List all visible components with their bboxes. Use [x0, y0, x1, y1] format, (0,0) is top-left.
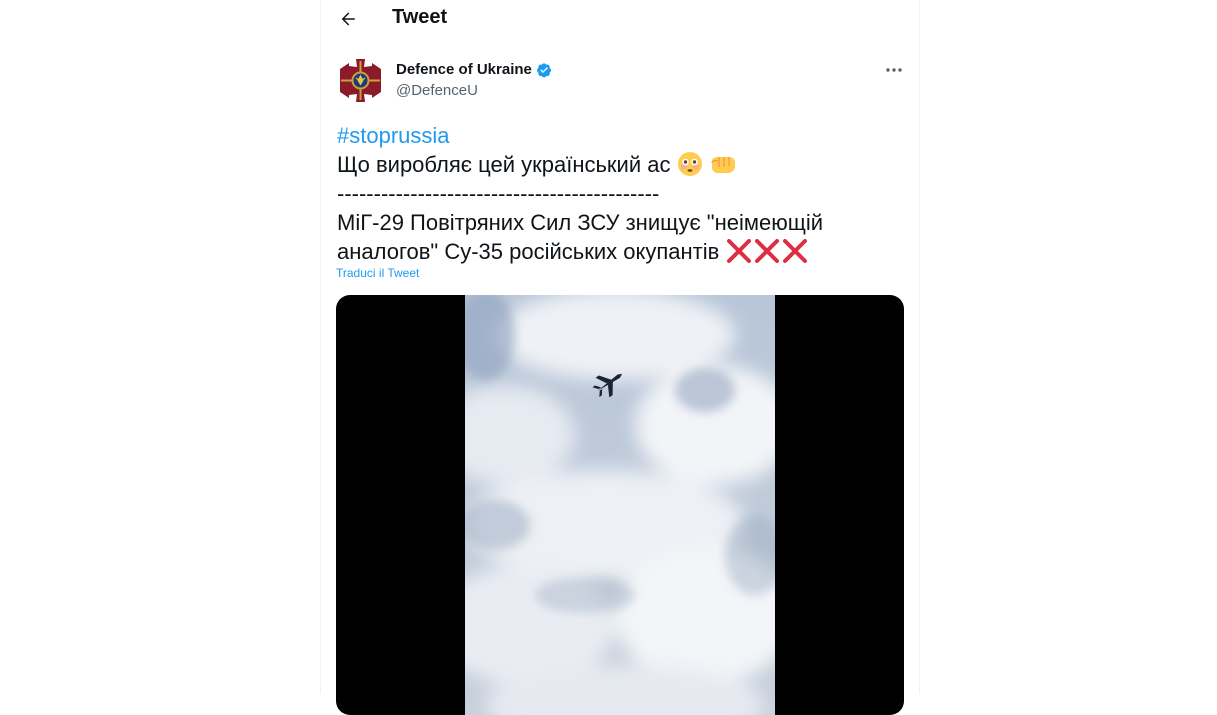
tweet-line-3: МіГ-29 Повітряних Сил ЗСУ знищує "неімею…	[337, 210, 824, 235]
tweet-line-1: Що виробляє цей український ас	[337, 152, 671, 177]
tweet-text: #stopruss‌ia Що виробляє цей український…	[337, 121, 897, 266]
tweet-line-4: аналогов" Су-35 російських окупантів	[337, 239, 720, 264]
tweet-video[interactable]	[336, 295, 904, 715]
flushed-face-emoji	[677, 152, 702, 176]
page-title: Tweet	[392, 6, 448, 28]
cross-mark-emoji	[783, 239, 808, 263]
translate-tweet-link[interactable]: Traduci il Tweet	[336, 266, 419, 280]
author-handle[interactable]: @DefenceU	[396, 82, 552, 99]
cross-mark-emoji	[755, 239, 780, 263]
video-frame	[465, 295, 775, 715]
ukraine-defence-emblem-icon	[340, 59, 381, 102]
back-button[interactable]	[331, 2, 365, 36]
more-horizontal-icon	[886, 68, 902, 72]
verified-badge-icon	[536, 62, 551, 77]
tweet-header: Tweet	[321, 0, 919, 38]
more-options-button[interactable]	[879, 58, 909, 82]
fist-emoji	[711, 157, 735, 173]
avatar[interactable]	[337, 57, 384, 104]
tweet-divider: ----------------------------------------…	[337, 181, 660, 206]
cloudy-sky-image	[465, 295, 775, 715]
author-name[interactable]: Defence of Ukraine	[396, 61, 532, 78]
tweet-column: Tweet Defence of Ukraine @DefenceU #stop…	[320, 0, 920, 715]
hashtag-link[interactable]: #stopruss‌ia	[337, 123, 450, 148]
arrow-left-icon	[341, 12, 355, 26]
author-block: Defence of Ukraine @DefenceU	[396, 61, 552, 99]
cross-mark-emoji	[727, 239, 752, 263]
